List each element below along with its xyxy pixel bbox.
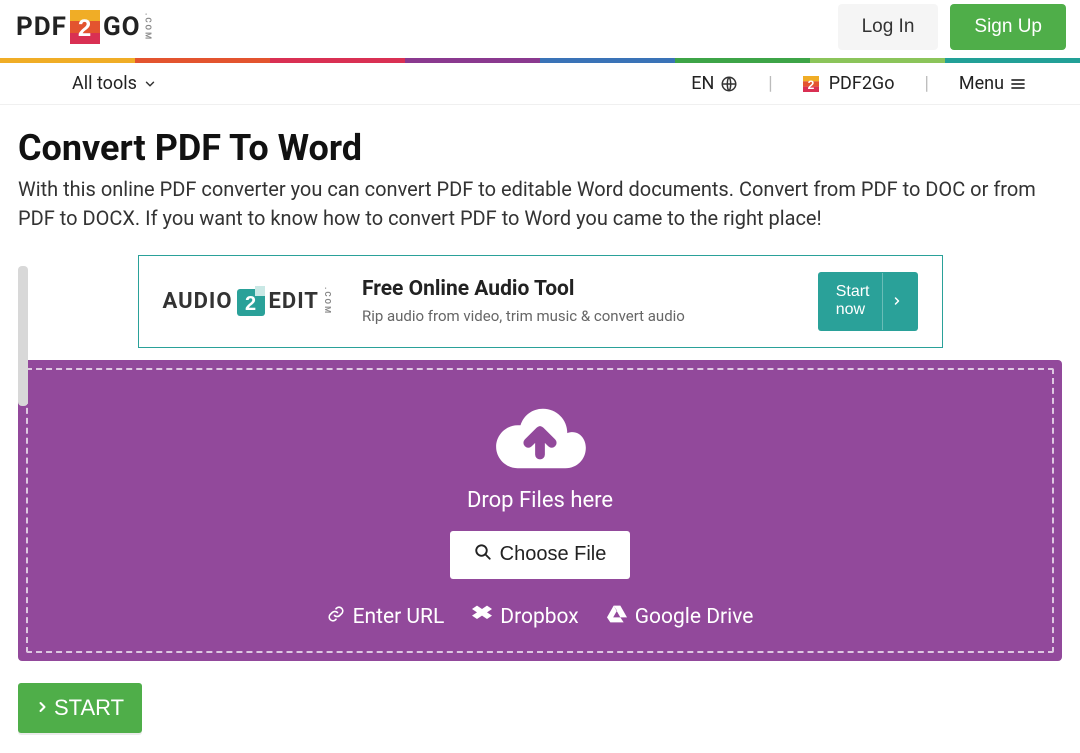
brand-mini-icon: 2	[803, 76, 819, 92]
google-drive-label: Google Drive	[635, 605, 754, 629]
menu-icon	[1010, 76, 1026, 92]
top-bar: PDF 2 GO .COM Log In Sign Up	[0, 0, 1080, 58]
drop-text: Drop Files here	[467, 488, 613, 513]
nav-language-label: EN	[691, 73, 714, 94]
chevron-right-icon	[882, 273, 912, 330]
choose-file-button[interactable]: Choose File	[450, 531, 631, 579]
page-title: Convert PDF To Word	[18, 127, 1062, 169]
source-row: Enter URL Dropbox Google Drive	[327, 605, 754, 629]
logo-text-pdf: PDF	[16, 12, 67, 42]
page-subtitle: With this online PDF converter you can c…	[18, 175, 1062, 233]
main-container: Convert PDF To Word With this online PDF…	[0, 105, 1080, 753]
ad-logo-part2: EDIT	[269, 289, 319, 314]
nav-separator: |	[924, 73, 928, 94]
logo-tld: .COM	[144, 13, 153, 41]
svg-text:2: 2	[807, 78, 814, 92]
chevron-down-icon	[143, 77, 157, 91]
search-icon	[474, 543, 492, 567]
choose-file-label: Choose File	[500, 543, 607, 566]
svg-text:2: 2	[78, 15, 92, 42]
scroll-handle[interactable]	[18, 266, 28, 406]
enter-url-label: Enter URL	[353, 605, 445, 629]
drop-zone-inner: Drop Files here Choose File Enter URL	[26, 368, 1054, 653]
logo-2-icon: 2	[70, 10, 100, 44]
chevron-right-icon	[36, 695, 48, 721]
ad-title: Free Online Audio Tool	[362, 277, 788, 301]
ad-text: Free Online Audio Tool Rip audio from vi…	[362, 277, 788, 325]
site-logo[interactable]: PDF 2 GO .COM	[16, 10, 153, 44]
auth-buttons: Log In Sign Up	[838, 4, 1070, 50]
globe-icon	[720, 75, 738, 93]
nav-menu[interactable]: Menu	[959, 73, 1026, 94]
nav-bar: All tools EN | 2 PDF2Go | Menu	[0, 63, 1080, 105]
enter-url-button[interactable]: Enter URL	[327, 605, 445, 629]
signup-button[interactable]: Sign Up	[950, 4, 1066, 50]
login-button[interactable]: Log In	[838, 4, 939, 50]
nav-menu-label: Menu	[959, 73, 1004, 94]
nav-language[interactable]: EN	[691, 73, 738, 94]
brand-color-strip	[0, 58, 1080, 63]
ad-cta-button[interactable]: Start now	[818, 272, 918, 331]
start-label: START	[54, 695, 124, 721]
ad-logo-part1: AUDIO	[163, 289, 233, 314]
ad-subtitle: Rip audio from video, trim music & conve…	[362, 307, 788, 325]
cloud-upload-icon	[491, 398, 589, 480]
google-drive-button[interactable]: Google Drive	[607, 605, 754, 629]
dropbox-icon	[472, 605, 492, 629]
nav-all-tools-label: All tools	[72, 73, 137, 94]
dropbox-button[interactable]: Dropbox	[472, 605, 578, 629]
nav-brand-label: PDF2Go	[829, 73, 895, 94]
ad-logo: AUDIO 2 EDIT .COM	[163, 286, 332, 316]
link-icon	[327, 605, 345, 629]
google-drive-icon	[607, 605, 627, 629]
start-button[interactable]: START	[18, 683, 142, 733]
dropbox-label: Dropbox	[500, 605, 578, 629]
ad-logo-icon: 2	[237, 286, 265, 316]
ad-logo-tld: .COM	[323, 287, 332, 315]
svg-text:2: 2	[244, 293, 256, 315]
ad-banner[interactable]: AUDIO 2 EDIT .COM Free Online Audio Tool…	[138, 255, 943, 348]
drop-zone[interactable]: Drop Files here Choose File Enter URL	[18, 360, 1062, 661]
logo-text-go: GO	[103, 12, 141, 42]
ad-cta-label: Start now	[824, 273, 882, 330]
nav-all-tools[interactable]: All tools	[72, 73, 157, 94]
nav-brand[interactable]: 2 PDF2Go	[803, 73, 895, 94]
nav-separator: |	[768, 73, 772, 94]
